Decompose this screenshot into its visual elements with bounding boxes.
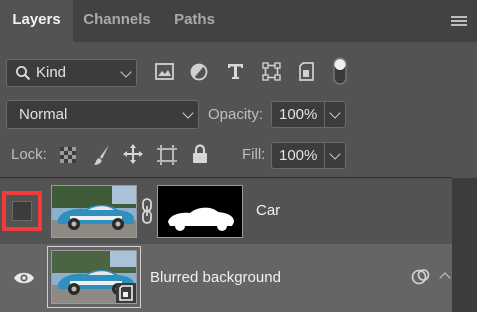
opacity-field[interactable]: 100% (271, 101, 346, 128)
lock-all-icon[interactable] (192, 144, 208, 164)
image-filter-icon[interactable] (155, 63, 174, 80)
fill-label: Fill: (242, 146, 266, 163)
blend-mode-value: Normal (19, 106, 68, 123)
chevron-down-icon[interactable] (329, 107, 341, 119)
smart-object-filter-icon[interactable] (298, 62, 315, 81)
adjustment-filter-icon[interactable] (190, 63, 208, 81)
layers-scrollbar[interactable] (452, 178, 477, 312)
smart-filter-icon[interactable] (411, 268, 431, 286)
filter-kind-dropdown[interactable]: Kind (6, 59, 137, 87)
mask-link-icon[interactable] (141, 198, 153, 224)
type-filter-icon[interactable] (227, 63, 244, 80)
lock-transparent-pixels-icon[interactable] (60, 147, 76, 163)
opacity-label: Opacity: (208, 106, 264, 123)
chevron-down-icon (120, 66, 132, 78)
visibility-toggle[interactable] (2, 191, 42, 231)
layer-thumbnail[interactable] (51, 185, 137, 238)
fill-field[interactable]: 100% (271, 142, 346, 169)
tab-layers[interactable]: Layers (0, 0, 73, 42)
eye-icon[interactable] (13, 271, 35, 285)
filter-kind-label: Kind (36, 64, 67, 81)
lock-image-pixels-icon[interactable] (93, 144, 111, 166)
lock-position-icon[interactable] (123, 144, 143, 164)
lock-label: Lock: (11, 146, 47, 163)
expand-effects-icon[interactable] (439, 272, 451, 284)
tab-paths[interactable]: Paths (161, 0, 228, 42)
layer-row-car[interactable]: Car (0, 178, 452, 244)
filter-row: Kind (0, 42, 477, 96)
search-icon (16, 66, 31, 81)
layer-thumbnail[interactable] (51, 250, 137, 304)
tab-channels[interactable]: Channels (73, 0, 161, 42)
filter-toggle-icon[interactable] (333, 57, 347, 85)
lock-artboard-icon[interactable] (156, 144, 178, 166)
blend-row: Normal Opacity: 100% (0, 96, 477, 134)
layer-name[interactable]: Blurred background (150, 269, 281, 286)
panel-menu-icon[interactable] (451, 16, 467, 28)
chevron-down-icon[interactable] (329, 148, 341, 160)
blend-mode-dropdown[interactable]: Normal (6, 100, 199, 129)
fill-value: 100% (279, 147, 318, 164)
layer-mask-thumbnail[interactable] (157, 185, 243, 238)
layer-row-blurred-background[interactable]: Blurred background (0, 244, 452, 312)
chevron-down-icon (182, 107, 194, 119)
shape-filter-icon[interactable] (262, 62, 281, 81)
smart-object-badge-icon (116, 283, 136, 303)
lock-row: Lock: Fill: 100% (0, 134, 477, 176)
layer-name[interactable]: Car (256, 202, 280, 219)
opacity-value: 100% (279, 106, 318, 123)
panel-tab-bar: Layers Channels Paths (0, 0, 477, 42)
